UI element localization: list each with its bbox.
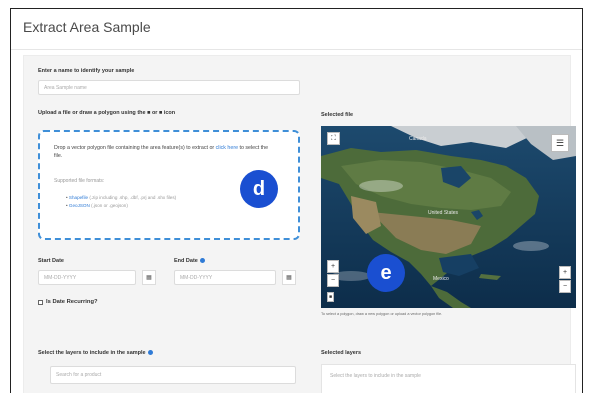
selected-layers-box[interactable]: Select the layers to include in the samp… [321,364,576,393]
map-label-mexico: Mexico [433,276,449,282]
map-view[interactable]: Canada United States Mexico ⛶ ☰ + − ■ + … [321,126,576,308]
satellite-map: Canada United States Mexico [321,126,576,308]
format-note: (.json or .geojson) [91,203,128,208]
start-calendar-icon[interactable]: ▦ [142,270,156,285]
map-zoom-out-icon[interactable]: − [559,280,571,293]
map-label-us: United States [428,210,459,216]
start-date-input[interactable]: MM-DD-YYYY [38,270,136,285]
modal-window: Extract Area Sample Enter a name to iden… [10,8,583,393]
annotation-badge-d: d [240,170,278,208]
end-date-label: End Date [174,258,198,264]
format-note: (.zip including .shp, .dbf, .prj and .sh… [89,195,177,200]
product-search-input[interactable]: Search for a product [50,366,296,384]
dropzone-text: Drop a vector polygon file containing th… [54,145,215,151]
page-title: Extract Area Sample [23,19,151,35]
end-date-input[interactable]: MM-DD-YYYY [174,270,276,285]
file-dropzone[interactable]: Drop a vector polygon file containing th… [38,130,300,240]
selected-file-label: Selected file [321,112,354,118]
end-calendar-icon[interactable]: ▦ [282,270,296,285]
sample-name-label: Enter a name to identify your sample [38,68,135,74]
dropzone-instructions: Drop a vector polygon file containing th… [54,144,274,160]
upload-label: Upload a file or draw a polygon using th… [38,110,176,116]
product-search-placeholder: Search for a product [56,372,102,378]
zoom-out-icon[interactable]: − [327,274,339,287]
draw-rectangle-icon[interactable]: ■ [327,292,334,302]
end-date-label-wrap: End Date [174,258,205,264]
format-item: • GeoJSON (.json or .geojson) [66,203,128,208]
map-label-canada: Canada [409,136,427,142]
recurring-checkbox[interactable] [38,300,43,305]
format-name: GeoJSON [68,203,90,208]
zoom-in-icon[interactable]: + [327,260,339,273]
info-icon [147,350,153,356]
map-caption: To select a polygon, draw a new polygon … [321,312,443,316]
map-zoom-in-icon[interactable]: + [559,266,571,279]
header-divider [11,49,582,50]
format-item: • Shapefile (.zip including .shp, .dbf, … [66,195,177,200]
formats-list: • Shapefile (.zip including .shp, .dbf, … [66,194,176,210]
sample-name-input[interactable]: Area Sample name [38,80,300,95]
start-date-placeholder: MM-DD-YYYY [44,274,77,281]
selected-layers-label: Selected layers [321,350,362,356]
start-date-label: Start Date [38,258,64,264]
formats-label: Supported file formats: [54,178,105,184]
layers-icon[interactable]: ☰ [551,134,569,152]
layers-label: Select the layers to include in the samp… [38,350,146,356]
click-here-link[interactable]: click here [216,145,238,151]
fullscreen-icon[interactable]: ⛶ [327,132,340,145]
layers-label-wrap: Select the layers to include in the samp… [38,350,153,356]
annotation-badge-e: e [367,254,405,292]
selected-layers-placeholder: Select the layers to include in the samp… [330,373,421,379]
info-icon [199,258,205,264]
recurring-label: Is Date Recurring? [46,299,98,305]
sample-name-placeholder: Area Sample name [44,84,87,91]
format-name: Shapefile [68,195,89,200]
end-date-placeholder: MM-DD-YYYY [180,274,213,281]
form-panel: Enter a name to identify your sample Are… [23,55,576,393]
